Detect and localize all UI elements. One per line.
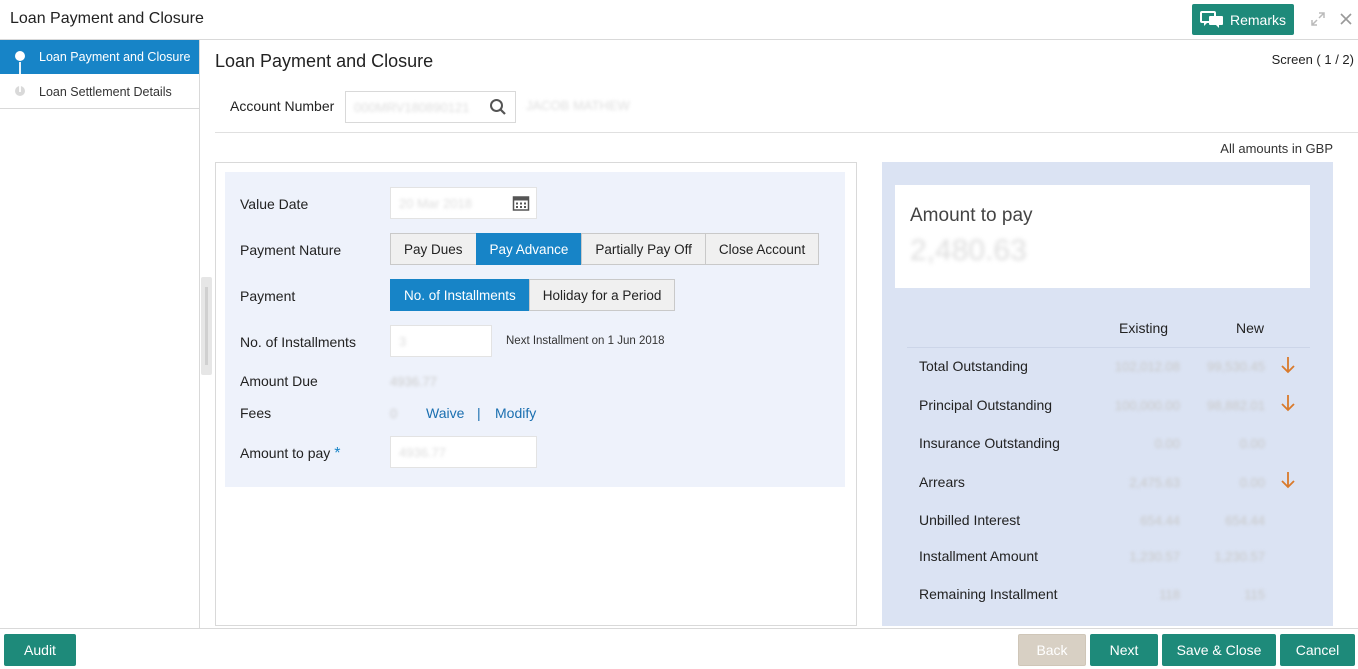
- new-column-header: New: [1236, 320, 1265, 336]
- summary-new-value: 0.00: [1239, 436, 1265, 451]
- expand-icon[interactable]: [1310, 11, 1326, 27]
- summary-row-label: Unbilled Interest: [919, 512, 1021, 528]
- amount-to-pay-value: 4936.77: [399, 445, 446, 460]
- fees-value: 0: [390, 406, 398, 421]
- top-header: Loan Payment and Closure Remarks: [0, 0, 1358, 40]
- payment-type-selector: No. of Installments Holiday for a Period: [390, 279, 676, 311]
- installments-input[interactable]: 3: [390, 325, 492, 357]
- summary-amount-to-pay-value: 2,480.63: [910, 234, 1027, 267]
- summary-header-divider: [907, 347, 1310, 348]
- partially-pay-off-button[interactable]: Partially Pay Off: [581, 233, 706, 265]
- audit-button[interactable]: Audit: [4, 634, 76, 666]
- divider: [215, 132, 1358, 133]
- link-separator: |: [477, 405, 481, 421]
- step-connector: [19, 62, 21, 92]
- installments-label: No. of Installments: [240, 334, 356, 350]
- chat-icon: [1199, 10, 1223, 28]
- pay-advance-button[interactable]: Pay Advance: [475, 233, 583, 265]
- sidebar-item-label: Loan Settlement Details: [39, 84, 172, 99]
- modify-link[interactable]: Modify: [495, 405, 536, 421]
- summary-new-value: 654.44: [1225, 513, 1265, 528]
- summary-new-value: 115: [1244, 587, 1265, 602]
- summary-row-label: Total Outstanding: [919, 358, 1028, 374]
- summary-row-label: Arrears: [919, 474, 965, 490]
- search-icon[interactable]: [489, 98, 507, 116]
- summary-existing-value: 118: [1159, 587, 1180, 602]
- sidebar: Loan Payment and Closure Loan Settlement…: [0, 40, 200, 628]
- step-active-icon: [15, 51, 25, 61]
- panel-resize-handle[interactable]: [201, 277, 212, 375]
- back-button[interactable]: Back: [1018, 634, 1086, 666]
- summary-existing-value: 0.00: [1154, 436, 1180, 451]
- pay-dues-button[interactable]: Pay Dues: [390, 233, 477, 265]
- existing-column-header: Existing: [1119, 320, 1169, 336]
- window-title: Loan Payment and Closure: [10, 10, 204, 27]
- holiday-for-period-button[interactable]: Holiday for a Period: [528, 279, 676, 311]
- value-date-label: Value Date: [240, 196, 309, 212]
- waive-link[interactable]: Waive: [426, 405, 464, 421]
- value-date-input[interactable]: 20 Mar 2018: [390, 187, 537, 219]
- account-number-label: Account Number: [230, 98, 335, 114]
- page-title: Loan Payment and Closure: [215, 51, 434, 71]
- decrease-arrow-icon: [1281, 472, 1295, 489]
- remarks-label: Remarks: [1229, 11, 1286, 28]
- close-account-button[interactable]: Close Account: [704, 233, 820, 265]
- summary-row-label: Remaining Installment: [919, 586, 1058, 602]
- summary-existing-value: 1,230.57: [1129, 549, 1180, 564]
- close-icon[interactable]: [1338, 11, 1354, 27]
- calendar-icon[interactable]: [512, 194, 530, 212]
- currency-note: All amounts in GBP: [1220, 141, 1333, 156]
- amount-due-label: Amount Due: [240, 373, 318, 389]
- summary-existing-value: 102,012.08: [1114, 359, 1180, 374]
- amount-to-pay-label: Amount to pay *: [240, 445, 341, 463]
- summary-existing-value: 654.44: [1140, 513, 1180, 528]
- decrease-arrow-icon: [1281, 395, 1295, 412]
- sidebar-item-loan-settlement-details[interactable]: Loan Settlement Details: [0, 75, 199, 109]
- next-button[interactable]: Next: [1090, 634, 1158, 666]
- no-of-installments-button[interactable]: No. of Installments: [390, 279, 530, 311]
- amount-to-pay-label-text: Amount to pay: [240, 445, 331, 461]
- summary-row-label: Installment Amount: [919, 548, 1039, 564]
- summary-new-value: 0.00: [1239, 475, 1265, 490]
- account-number-input[interactable]: 000MRV180890121: [345, 91, 516, 123]
- decrease-arrow-icon: [1281, 357, 1295, 374]
- summary-row-label: Principal Outstanding: [919, 397, 1053, 413]
- summary-existing-value: 2,475.63: [1129, 475, 1180, 490]
- summary-row-label: Insurance Outstanding: [919, 435, 1060, 451]
- payment-nature-selector: Pay Dues Pay Advance Partially Pay Off C…: [390, 233, 820, 265]
- value-date-value: 20 Mar 2018: [399, 196, 472, 211]
- amount-due-value: 4936.77: [390, 374, 437, 389]
- summary-existing-value: 100,000.00: [1114, 398, 1180, 413]
- account-number-value: 000MRV180890121: [354, 100, 470, 115]
- fees-label: Fees: [240, 405, 272, 421]
- amount-to-pay-input[interactable]: 4936.77: [390, 436, 537, 468]
- summary-amount-to-pay-label: Amount to pay: [910, 205, 1033, 226]
- account-holder-name: JACOB MATHEW: [526, 98, 630, 113]
- summary-new-value: 99,530.45: [1207, 359, 1265, 374]
- sidebar-item-loan-payment-closure[interactable]: Loan Payment and Closure: [0, 40, 199, 74]
- summary-new-value: 98,882.01: [1207, 398, 1265, 413]
- sidebar-item-label: Loan Payment and Closure: [39, 50, 191, 64]
- payment-label: Payment: [240, 288, 296, 304]
- remarks-button[interactable]: Remarks: [1192, 4, 1294, 35]
- payment-nature-label: Payment Nature: [240, 242, 342, 258]
- next-installment-note: Next Installment on 1 Jun 2018: [506, 335, 665, 347]
- screen-indicator: Screen ( 1 / 2): [1271, 52, 1354, 67]
- installments-value: 3: [399, 334, 407, 349]
- summary-new-value: 1,230.57: [1214, 549, 1265, 564]
- save-close-button[interactable]: Save & Close: [1162, 634, 1276, 666]
- required-marker: *: [334, 445, 341, 462]
- cancel-button[interactable]: Cancel: [1280, 634, 1355, 666]
